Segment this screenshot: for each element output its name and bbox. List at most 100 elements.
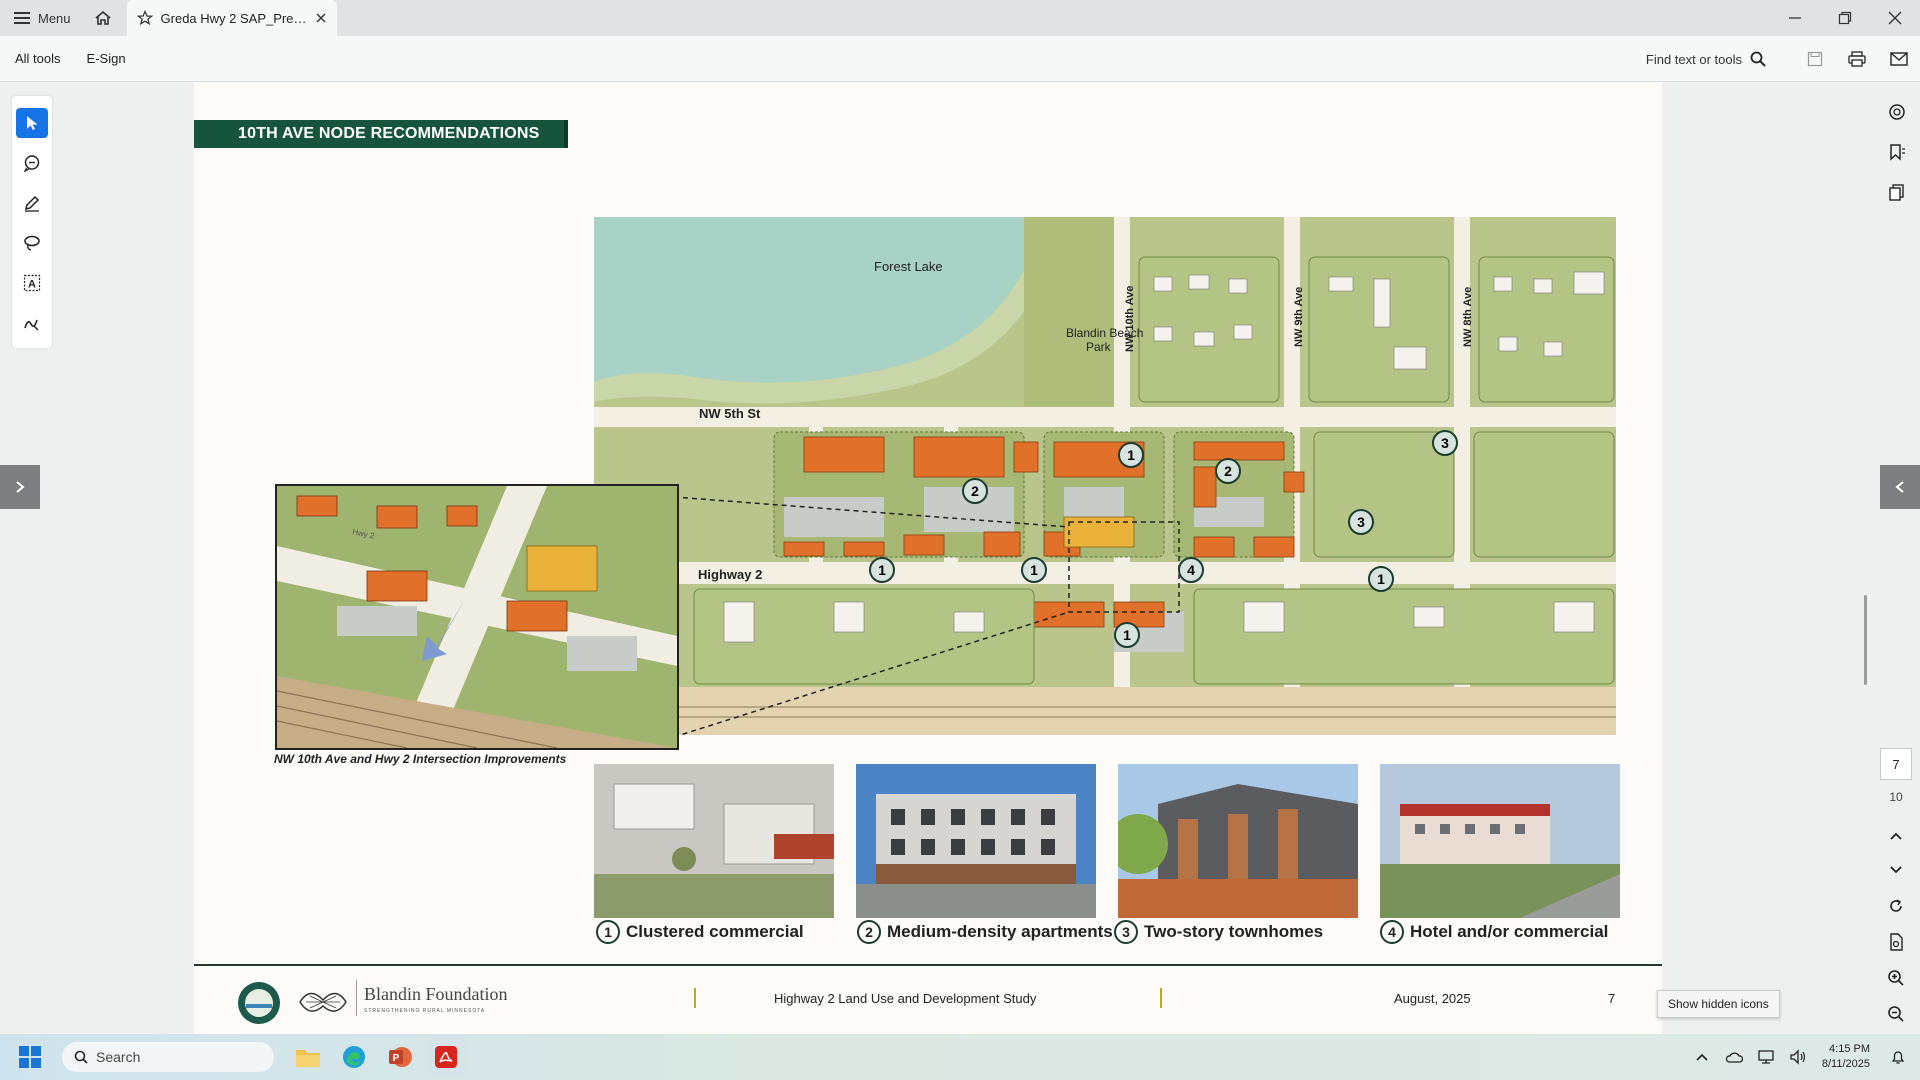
scrollbar-thumb[interactable] bbox=[1864, 595, 1867, 685]
footer-date: August, 2025 bbox=[1394, 991, 1471, 1006]
notifications-button[interactable] bbox=[1882, 1034, 1914, 1080]
pages-icon bbox=[1888, 184, 1904, 201]
save-button[interactable] bbox=[1794, 36, 1836, 82]
star-icon[interactable] bbox=[136, 10, 153, 26]
volume-button[interactable] bbox=[1782, 1034, 1814, 1080]
sign-tool[interactable] bbox=[16, 308, 48, 338]
map-marker: 3 bbox=[1432, 430, 1458, 456]
taskbar-clock[interactable]: 4:15 PM 8/11/2025 bbox=[1822, 1042, 1870, 1072]
page-number-input[interactable]: 7 bbox=[1880, 748, 1912, 780]
select-tool[interactable] bbox=[16, 108, 48, 138]
pen-icon bbox=[24, 195, 40, 212]
show-hidden-icons-button[interactable] bbox=[1686, 1034, 1718, 1080]
close-tab-icon[interactable] bbox=[315, 12, 327, 24]
bell-icon bbox=[1891, 1051, 1905, 1064]
lasso-icon bbox=[24, 235, 40, 251]
map-label-8th-ave: NW 8th Ave bbox=[1462, 287, 1474, 347]
all-tools-button[interactable]: All tools bbox=[15, 51, 61, 66]
main-toolbar: All tools E-Sign Find text or tools bbox=[0, 36, 1920, 82]
zoom-out-button[interactable] bbox=[1878, 996, 1914, 1032]
acrobat-app[interactable] bbox=[426, 1037, 466, 1077]
site-plan-map: Forest Lake Blandin Beach Park NW 5th St… bbox=[594, 217, 1616, 735]
minimize-button[interactable] bbox=[1770, 0, 1820, 36]
tab-title: Greda Hwy 2 SAP_Pres... bbox=[160, 10, 307, 26]
folder-icon bbox=[296, 1050, 320, 1067]
system-tray: 4:15 PM 8/11/2025 bbox=[1686, 1034, 1920, 1080]
zoom-in-button[interactable] bbox=[1878, 960, 1914, 996]
svg-text:1: 1 bbox=[878, 562, 886, 578]
draw-tool[interactable] bbox=[16, 188, 48, 218]
page-fit-icon bbox=[1890, 933, 1903, 951]
map-marker: 4 bbox=[1178, 557, 1204, 583]
print-button[interactable] bbox=[1836, 36, 1878, 82]
city-seal-logo bbox=[238, 982, 280, 1024]
hamburger-icon bbox=[14, 12, 30, 24]
pages-button[interactable] bbox=[1879, 174, 1915, 210]
map-label-forest-lake: Forest Lake bbox=[874, 259, 943, 274]
print-icon bbox=[1848, 51, 1866, 67]
footer-study-title: Highway 2 Land Use and Development Study bbox=[774, 991, 1037, 1006]
rotate-button[interactable] bbox=[1878, 888, 1914, 924]
map-marker: 1 bbox=[1368, 566, 1394, 592]
title-bar: Menu Greda Hwy 2 SAP_Pres... bbox=[0, 0, 1920, 36]
svg-text:1: 1 bbox=[1127, 447, 1135, 463]
foundation-tagline: STRENGTHENING RURAL MINNESOTA bbox=[364, 1008, 486, 1014]
clock-time: 4:15 PM bbox=[1829, 1043, 1870, 1055]
assistant-icon bbox=[1888, 104, 1905, 120]
photo-clustered-commercial bbox=[594, 764, 834, 918]
comment-icon bbox=[23, 155, 40, 172]
document-tab[interactable]: Greda Hwy 2 SAP_Pres... bbox=[126, 0, 337, 36]
home-button[interactable] bbox=[85, 0, 121, 36]
photo-label-4: 4 Hotel and/or commercial bbox=[1380, 920, 1608, 944]
network-button[interactable] bbox=[1750, 1034, 1782, 1080]
quick-tools-rail: A bbox=[12, 96, 52, 348]
photo-hotel bbox=[1380, 764, 1620, 918]
map-marker: 2 bbox=[1215, 458, 1241, 484]
speaker-icon bbox=[1790, 1049, 1805, 1065]
menu-label: Menu bbox=[38, 10, 71, 26]
photo-apartments bbox=[856, 764, 1096, 918]
close-icon bbox=[1888, 11, 1902, 25]
email-button[interactable] bbox=[1878, 36, 1920, 82]
mail-icon bbox=[1890, 52, 1908, 66]
bookmarks-button[interactable] bbox=[1879, 134, 1915, 170]
page-total: 10 bbox=[1889, 790, 1903, 804]
cloud-icon bbox=[1725, 1052, 1743, 1063]
esign-button[interactable]: E-Sign bbox=[87, 51, 126, 66]
windows-logo-icon bbox=[19, 1046, 41, 1068]
comment-tool[interactable] bbox=[16, 148, 48, 178]
lasso-tool[interactable] bbox=[16, 228, 48, 258]
find-label: Find text or tools bbox=[1645, 51, 1742, 67]
edge-app[interactable] bbox=[334, 1037, 374, 1077]
photo-townhomes bbox=[1118, 764, 1358, 918]
menu-button[interactable]: Menu bbox=[0, 0, 85, 36]
ai-assistant-button[interactable] bbox=[1879, 94, 1915, 130]
start-button[interactable] bbox=[8, 1034, 52, 1080]
find-tools-button[interactable]: Find text or tools bbox=[1646, 51, 1766, 67]
chevron-down-icon bbox=[1890, 866, 1902, 874]
page-title: 10TH AVE NODE RECOMMENDATIONS bbox=[194, 120, 568, 148]
svg-text:P: P bbox=[393, 1053, 400, 1064]
close-window-button[interactable] bbox=[1870, 0, 1920, 36]
previous-page-button[interactable] bbox=[1878, 818, 1914, 854]
svg-text:2: 2 bbox=[971, 483, 979, 499]
bookmark-icon bbox=[1889, 144, 1905, 161]
next-page-button[interactable] bbox=[1878, 852, 1914, 888]
photo-label-1: 1 Clustered commercial bbox=[596, 920, 804, 944]
intersection-inset-image: Hwy 2 bbox=[275, 484, 679, 750]
search-icon bbox=[1750, 51, 1766, 67]
map-label-10th-ave: NW 10th Ave bbox=[1124, 286, 1136, 352]
taskbar-search[interactable]: Search bbox=[62, 1042, 274, 1072]
file-explorer-app[interactable] bbox=[288, 1037, 328, 1077]
foundation-name: Blandin Foundation bbox=[364, 984, 508, 1004]
map-label-highway-2: Highway 2 bbox=[698, 567, 762, 582]
onedrive-button[interactable] bbox=[1718, 1034, 1750, 1080]
page-fit-button[interactable] bbox=[1878, 924, 1914, 960]
powerpoint-app[interactable]: P bbox=[380, 1037, 420, 1077]
restore-button[interactable] bbox=[1820, 0, 1870, 36]
restore-icon bbox=[1838, 11, 1852, 25]
left-panel-toggle[interactable] bbox=[0, 465, 40, 509]
text-select-tool[interactable]: A bbox=[16, 268, 48, 298]
chevron-up-icon bbox=[1890, 832, 1902, 840]
map-label-9th-ave: NW 9th Ave bbox=[1293, 287, 1305, 347]
